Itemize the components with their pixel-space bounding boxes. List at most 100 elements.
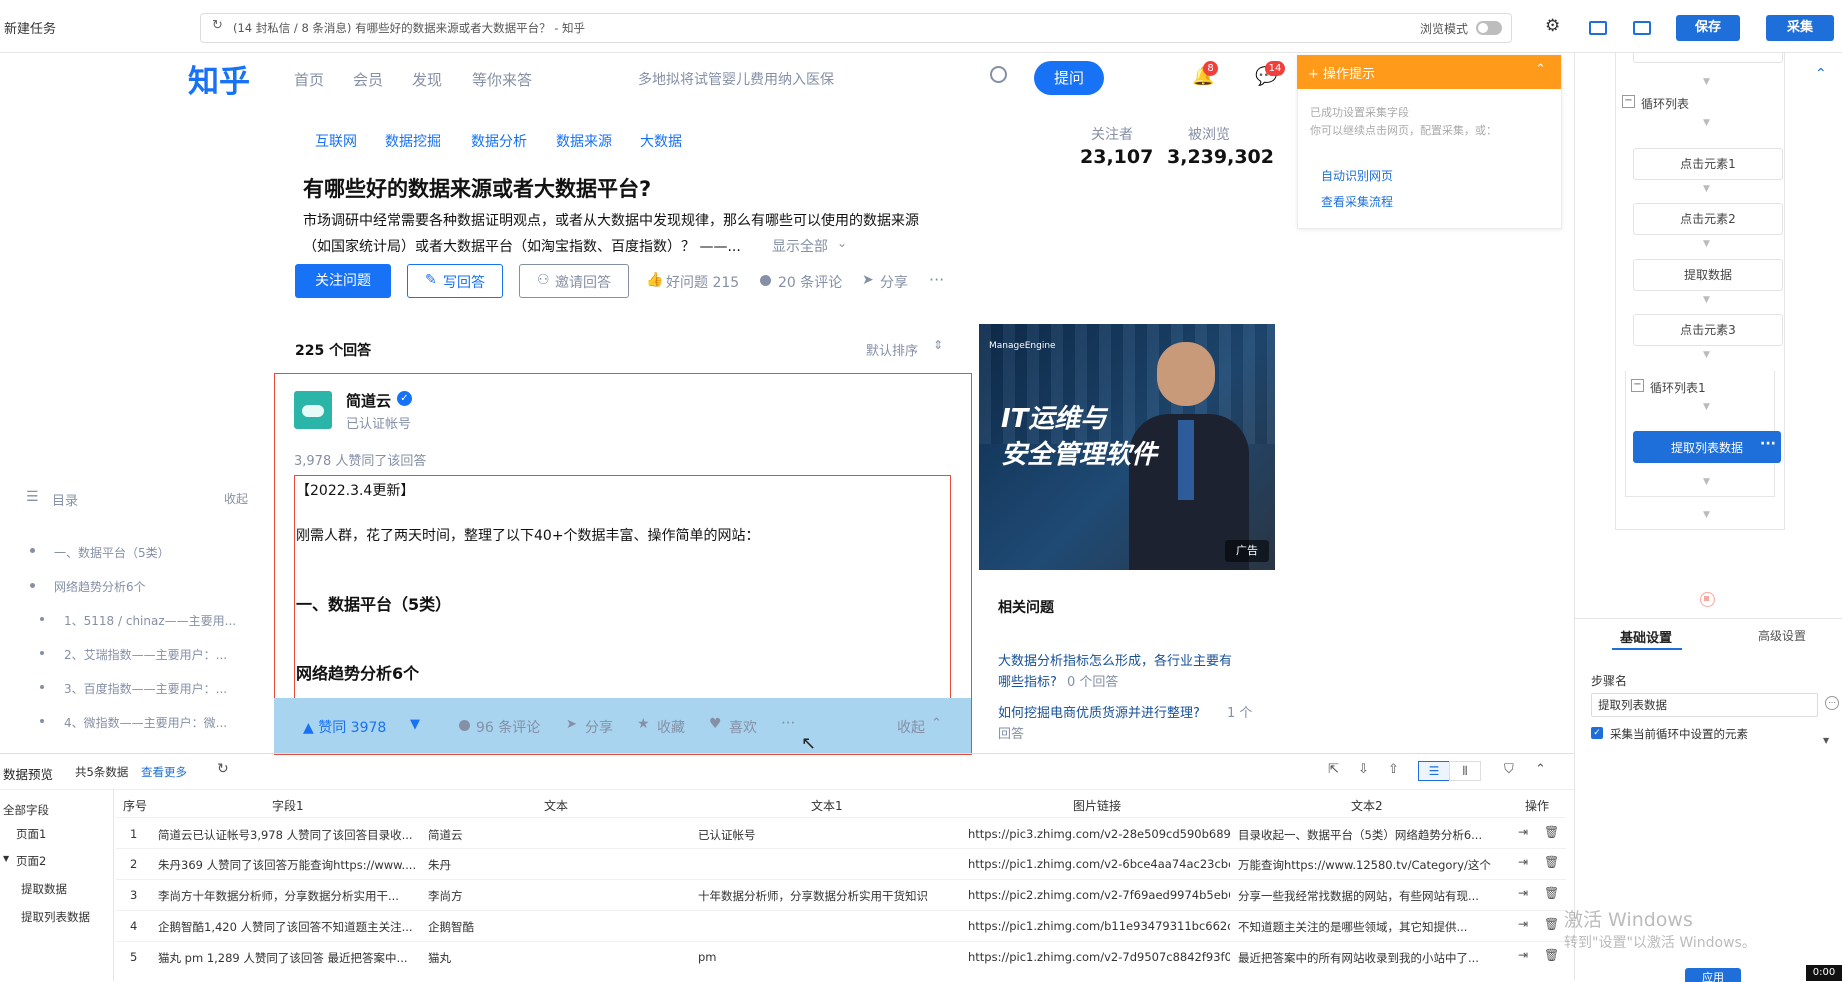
nav-discover[interactable]: 发现 xyxy=(412,69,442,90)
flow-collapse-icon[interactable]: ⌃ xyxy=(1815,66,1827,82)
nav-vip[interactable]: 会员 xyxy=(353,69,383,90)
toc-item-2[interactable]: 网络趋势分析6个 xyxy=(54,578,146,595)
good-question-button[interactable]: 好问题 215 xyxy=(666,272,739,292)
row-export-icon[interactable]: ⇥ xyxy=(1518,825,1528,839)
views-count: 3,239,302 xyxy=(1167,146,1274,168)
flow-arrow: ▼ xyxy=(1703,295,1710,305)
auto-detect-link[interactable]: 自动识别网页 xyxy=(1321,167,1393,184)
like-button[interactable]: 喜欢 xyxy=(729,717,757,737)
vote-up-button[interactable]: ▲ 赞同 3978 xyxy=(303,717,386,737)
related-q2-line1[interactable]: 如何挖掘电商优质货源并进行整理? xyxy=(998,702,1200,721)
answer-more-icon[interactable]: ··· xyxy=(781,714,795,732)
window-icon[interactable] xyxy=(1633,21,1651,35)
loop-toggle-icon[interactable]: − xyxy=(1622,95,1635,108)
related-q1-line1[interactable]: 大数据分析指标怎么形成，各行业主要有 xyxy=(998,650,1232,669)
show-all-link[interactable]: 显示全部 xyxy=(772,236,828,256)
row-export-icon[interactable]: ⇥ xyxy=(1518,886,1528,900)
node-more-icon[interactable]: ··· xyxy=(1760,436,1776,452)
all-fields[interactable]: 全部字段 xyxy=(3,802,49,818)
row-divider xyxy=(116,848,1566,849)
tag-data-source[interactable]: 数据来源 xyxy=(556,131,612,151)
table-cell-field1: 简道云已认证帐号3,978 人赞同了该回答目录收... xyxy=(158,828,413,842)
row-export-icon[interactable]: ⇥ xyxy=(1518,855,1528,869)
apply-button[interactable]: 应用 xyxy=(1685,968,1741,982)
browse-mode-toggle[interactable] xyxy=(1476,21,1502,35)
tag-data-mining[interactable]: 数据挖掘 xyxy=(385,131,441,151)
toc-item-5[interactable]: 3、百度指数——主要用户：... xyxy=(64,680,227,697)
gear-icon[interactable]: ⚙ xyxy=(1545,16,1560,36)
toc-collapse-button[interactable]: 收起 xyxy=(224,490,248,507)
chevron-down-icon[interactable]: ⌄ xyxy=(837,236,847,250)
export-icon[interactable]: ⇱ xyxy=(1328,762,1339,777)
download-icon[interactable]: ⇩ xyxy=(1358,762,1369,777)
trash-icon[interactable]: 🗑 xyxy=(1544,855,1559,869)
trash-icon[interactable]: 🗑 xyxy=(1544,948,1559,962)
nav-waiting[interactable]: 等你来答 xyxy=(472,69,532,90)
tip-collapse-icon[interactable]: ⌃ xyxy=(1535,62,1546,77)
loop-list-1-label[interactable]: 循环列表1 xyxy=(1650,379,1706,396)
share-button[interactable]: 分享 xyxy=(880,272,908,292)
tag-internet[interactable]: 互联网 xyxy=(315,131,357,151)
author-name[interactable]: 简道云 xyxy=(346,390,391,411)
comments-button[interactable]: 20 条评论 xyxy=(778,272,842,292)
answer-comments-button[interactable]: 96 条评论 xyxy=(476,717,540,737)
loop1-toggle-icon[interactable]: − xyxy=(1631,379,1644,392)
flow-node-click1[interactable]: 点击元素1 xyxy=(1633,148,1783,180)
table-cell-text: 朱丹 xyxy=(428,858,451,872)
toc-item-4[interactable]: 2、艾瑞指数——主要用户：... xyxy=(64,646,227,663)
sort-button[interactable]: 默认排序 xyxy=(866,340,918,359)
flow-node-extract[interactable]: 提取数据 xyxy=(1633,259,1783,291)
view-flow-link[interactable]: 查看采集流程 xyxy=(1321,193,1393,210)
trash-icon[interactable]: 🗑 xyxy=(1544,886,1559,900)
agree-info: 3,978 人赞同了该回答 xyxy=(294,454,427,469)
ask-button[interactable]: 提问 xyxy=(1034,61,1104,95)
tag-big-data[interactable]: 大数据 xyxy=(640,131,682,151)
list-view-icon[interactable]: ☰ xyxy=(1418,761,1450,781)
collect-loop-checkbox[interactable]: ✓ xyxy=(1591,727,1603,739)
layout-icon[interactable] xyxy=(1589,21,1607,35)
collect-button[interactable]: 采集 xyxy=(1766,15,1834,41)
row-export-icon[interactable]: ⇥ xyxy=(1518,948,1528,962)
save-button[interactable]: 保存 xyxy=(1676,15,1740,41)
flow-node-click2[interactable]: 点击元素2 xyxy=(1633,203,1783,235)
refresh-preview-icon[interactable]: ↻ xyxy=(217,761,229,777)
search-input[interactable]: 多地拟将试管婴儿费用纳入医保 xyxy=(638,69,834,89)
loop-list-label[interactable]: 循环列表 xyxy=(1641,95,1689,112)
table-cell-index: 1 xyxy=(130,827,138,841)
trash-icon[interactable]: 🗑 xyxy=(1544,825,1559,839)
flow-arrow: ▼ xyxy=(1703,402,1710,412)
extract-list-label: 提取列表数据 xyxy=(1671,441,1744,455)
views-label: 被浏览 xyxy=(1188,127,1230,143)
toc-item-6[interactable]: 4、微指数——主要用户：微... xyxy=(64,714,227,731)
scroll-down-icon[interactable]: ▼ xyxy=(1823,736,1829,745)
info-icon[interactable]: ⋯ xyxy=(1825,696,1839,710)
trash-icon[interactable]: 🗑 xyxy=(1544,917,1559,931)
preview-header-line xyxy=(0,789,1574,790)
zhihu-logo[interactable]: 知乎 xyxy=(188,56,250,101)
flow-node-click3[interactable]: 点击元素3 xyxy=(1633,314,1783,346)
collapse-answer-button[interactable]: 收起 xyxy=(897,717,925,737)
favorite-button[interactable]: 收藏 xyxy=(657,717,685,737)
filter-icon[interactable]: ⛉ xyxy=(1504,762,1514,777)
upload-icon[interactable]: ⇧ xyxy=(1388,762,1399,777)
answer-share-button[interactable]: 分享 xyxy=(585,717,613,737)
row-export-icon[interactable]: ⇥ xyxy=(1518,917,1528,931)
table-cell-field1: 朱丹369 人赞同了该回答万能查询https://www.... xyxy=(158,858,417,872)
tab-advanced-settings[interactable]: 高级设置 xyxy=(1758,627,1806,644)
new-task-tab[interactable]: 新建任务 xyxy=(4,18,56,37)
toc-item-3[interactable]: 1、5118 / chinaz——主要用... xyxy=(64,612,236,629)
avatar[interactable] xyxy=(294,391,332,429)
tag-data-analysis[interactable]: 数据分析 xyxy=(471,131,527,151)
follow-question-button[interactable]: 关注问题 xyxy=(295,264,391,298)
toc-item-1[interactable]: 一、数据平台（5类） xyxy=(54,544,170,561)
search-icon[interactable] xyxy=(990,66,1007,83)
more-icon[interactable]: ··· xyxy=(929,270,944,289)
nav-home[interactable]: 首页 xyxy=(294,69,324,90)
column-view-icon[interactable]: ⦀ xyxy=(1449,761,1481,781)
collapse-preview-icon[interactable]: ⌃ xyxy=(1535,762,1546,777)
refresh-icon[interactable]: ↻ xyxy=(212,18,223,33)
tab-basic-settings[interactable]: 基础设置 xyxy=(1620,627,1672,646)
view-more-link[interactable]: 查看更多 xyxy=(141,764,187,780)
related-q1-line2[interactable]: 哪些指标? xyxy=(998,671,1057,690)
vote-down-button[interactable]: ▼ xyxy=(410,717,420,732)
